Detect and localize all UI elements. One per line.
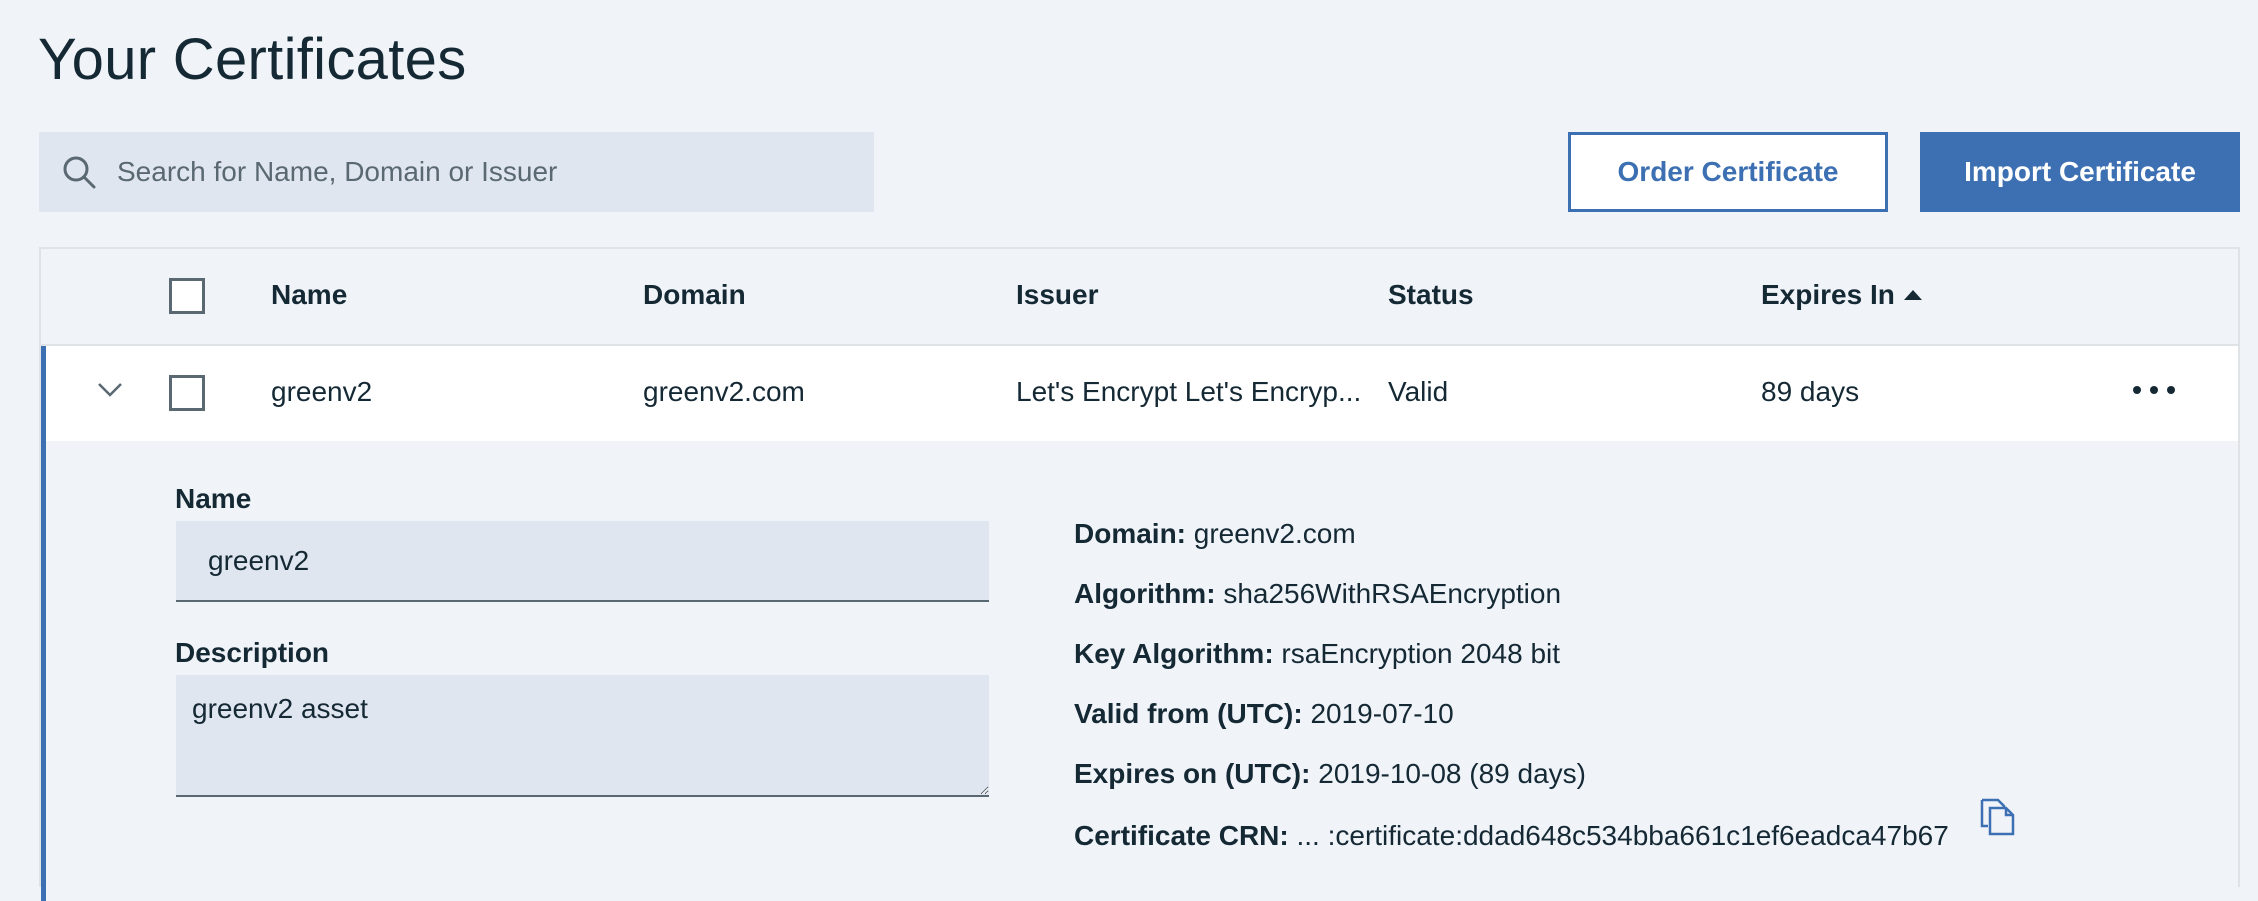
detail-valid-from-label: Valid from (UTC): (1074, 698, 1303, 729)
import-certificate-button[interactable]: Import Certificate (1920, 132, 2240, 212)
column-header-issuer[interactable]: Issuer (1016, 279, 1099, 311)
column-header-name[interactable]: Name (271, 279, 347, 311)
detail-certificate-crn-label: Certificate CRN: (1074, 820, 1289, 851)
detail-algorithm: Algorithm: sha256WithRSAEncryption (1074, 578, 1561, 610)
detail-expires-on-label: Expires on (UTC): (1074, 758, 1311, 789)
copy-icon[interactable] (1978, 798, 2016, 836)
description-field-label: Description (175, 637, 330, 668)
table-row[interactable]: greenv2 greenv2.com Let's Encrypt Let's … (41, 346, 2238, 441)
detail-valid-from-value: 2019-07-10 (1310, 698, 1454, 729)
search-icon (63, 156, 96, 189)
page-title: Your Certificates (38, 27, 467, 92)
cell-name: greenv2 (271, 376, 373, 407)
overflow-menu-icon[interactable] (2132, 384, 2176, 396)
order-certificate-button[interactable]: Order Certificate (1568, 132, 1888, 212)
detail-algorithm-label: Algorithm: (1074, 578, 1216, 609)
detail-expires-on-value: 2019-10-08 (89 days) (1318, 758, 1586, 789)
column-header-status[interactable]: Status (1388, 279, 1474, 311)
name-field-label: Name (175, 483, 252, 514)
detail-certificate-crn: Certificate CRN: ... :certificate:ddad64… (1074, 820, 1949, 852)
detail-key-algorithm: Key Algorithm: rsaEncryption 2048 bit (1074, 638, 1560, 670)
detail-expires-on: Expires on (UTC): 2019-10-08 (89 days) (1074, 758, 1586, 790)
column-header-domain[interactable]: Domain (643, 279, 746, 311)
column-header-expires-in-label: Expires In (1761, 279, 1895, 310)
search-bar[interactable] (39, 132, 874, 212)
detail-domain: Domain: greenv2.com (1074, 518, 1356, 550)
column-header-expires-in[interactable]: Expires In (1761, 279, 1923, 311)
sort-ascending-icon (1903, 289, 1922, 300)
select-all-checkbox[interactable] (169, 278, 205, 314)
chevron-down-icon[interactable] (96, 380, 124, 400)
search-input[interactable] (117, 156, 874, 188)
cell-status: Valid (1388, 376, 1449, 407)
detail-algorithm-value: sha256WithRSAEncryption (1223, 578, 1562, 609)
detail-key-algorithm-label: Key Algorithm: (1074, 638, 1274, 669)
detail-valid-from: Valid from (UTC): 2019-07-10 (1074, 698, 1454, 730)
name-field[interactable] (176, 521, 989, 602)
detail-domain-label: Domain: (1074, 518, 1186, 549)
row-checkbox[interactable] (169, 375, 205, 411)
table-header: Name Domain Issuer Status Expires In (41, 249, 2238, 346)
certificates-table: Name Domain Issuer Status Expires In gre… (39, 247, 2240, 901)
cell-domain: greenv2.com (643, 376, 805, 407)
detail-domain-value: greenv2.com (1193, 518, 1356, 549)
description-field[interactable]: greenv2 asset (176, 675, 989, 797)
cell-expires-in: 89 days (1761, 376, 1860, 407)
detail-certificate-crn-value: ... :certificate:ddad648c534bba661c1ef6e… (1296, 820, 1949, 851)
detail-key-algorithm-value: rsaEncryption 2048 bit (1281, 638, 1561, 669)
cell-issuer: Let's Encrypt Let's Encryp... (1016, 376, 1362, 407)
row-details-panel: Name Description greenv2 asset Domain: g… (41, 441, 2238, 901)
